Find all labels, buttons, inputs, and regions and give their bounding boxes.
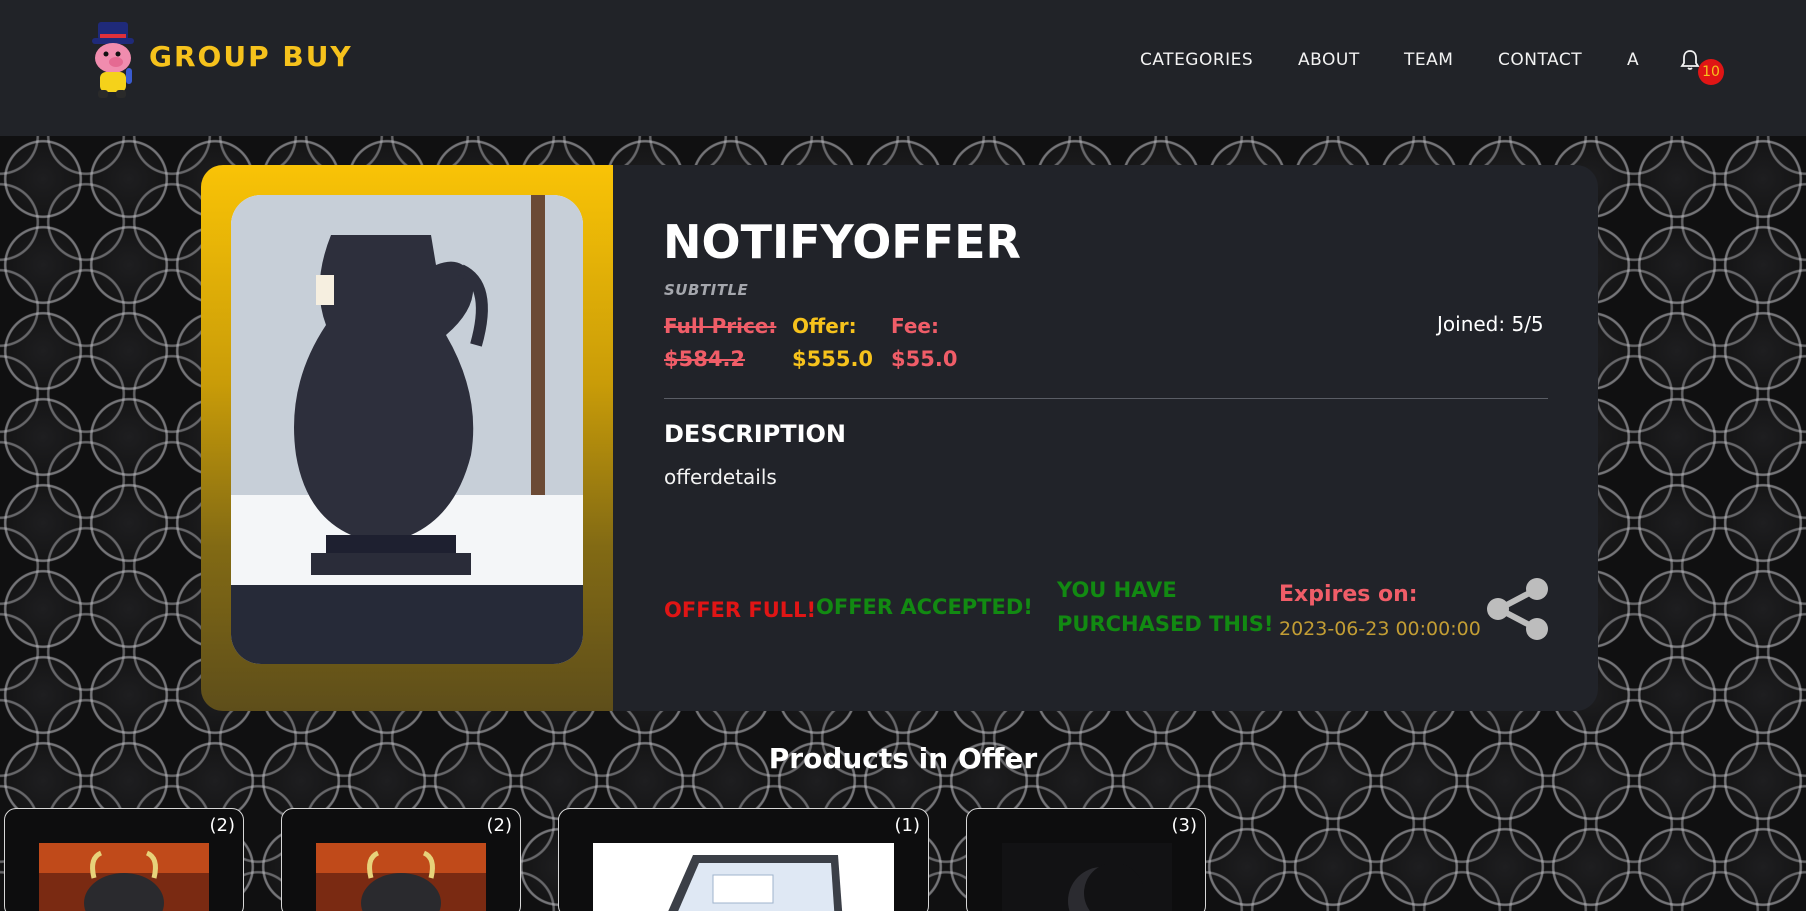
offer-title: NOTIFYOFFER [663, 215, 1021, 269]
product-quantity: (3) [1171, 815, 1198, 836]
bell-icon[interactable] [1680, 49, 1700, 71]
joined-count: Joined: 5/5 [1437, 312, 1544, 336]
nav-account[interactable]: A [1627, 50, 1639, 70]
product-card[interactable]: (2) [281, 808, 521, 911]
product-thumbnail [316, 843, 486, 911]
product-thumbnail [1002, 843, 1172, 911]
product-quantity: (2) [486, 815, 513, 836]
product-card[interactable]: (3) [966, 808, 1206, 911]
product-quantity: (1) [894, 815, 921, 836]
offer-price-label: Offer: [792, 314, 857, 338]
offer-full-status: OFFER FULL! [664, 598, 817, 622]
purchased-status-line2: PURCHASED THIS! [1057, 612, 1274, 636]
nav-about[interactable]: ABOUT [1298, 50, 1360, 70]
product-image [231, 195, 583, 664]
brand-name[interactable]: GROUP BUY [149, 40, 353, 73]
fee-value: $55.0 [891, 347, 958, 371]
description-text: offerdetails [664, 465, 777, 489]
fee-label: Fee: [891, 314, 939, 338]
product-thumbnail [39, 843, 209, 911]
expires-date: 2023-06-23 00:00:00 [1279, 618, 1481, 640]
product-card[interactable]: (2) [4, 808, 244, 911]
full-price-label: Full Price: [664, 314, 777, 338]
nav-categories[interactable]: CATEGORIES [1140, 50, 1253, 70]
purchased-status-line1: YOU HAVE [1057, 578, 1177, 602]
top-navbar: GROUP BUY CATEGORIES ABOUT TEAM CONTACT … [0, 0, 1806, 136]
pitcher-vase-illustration [231, 195, 583, 664]
nav-contact[interactable]: CONTACT [1498, 50, 1582, 70]
offer-subtitle: SUBTITLE [664, 281, 749, 299]
offer-accepted-status: OFFER ACCEPTED! [816, 595, 1033, 619]
description-heading: DESCRIPTION [664, 420, 847, 448]
share-icon[interactable] [1485, 577, 1549, 641]
nav-team[interactable]: TEAM [1404, 50, 1453, 70]
product-card[interactable]: (1) [558, 808, 929, 911]
expires-label: Expires on: [1279, 582, 1418, 607]
products-section-title: Products in Offer [768, 742, 1038, 775]
notification-badge[interactable]: 10 [1698, 59, 1724, 85]
product-quantity: (2) [209, 815, 236, 836]
pig-mascot-logo[interactable] [88, 18, 148, 102]
offer-image-panel [201, 165, 613, 711]
offer-price-value: $555.0 [792, 347, 874, 371]
divider [664, 398, 1548, 399]
full-price-value: $584.2 [664, 347, 746, 371]
product-thumbnail [593, 843, 894, 911]
